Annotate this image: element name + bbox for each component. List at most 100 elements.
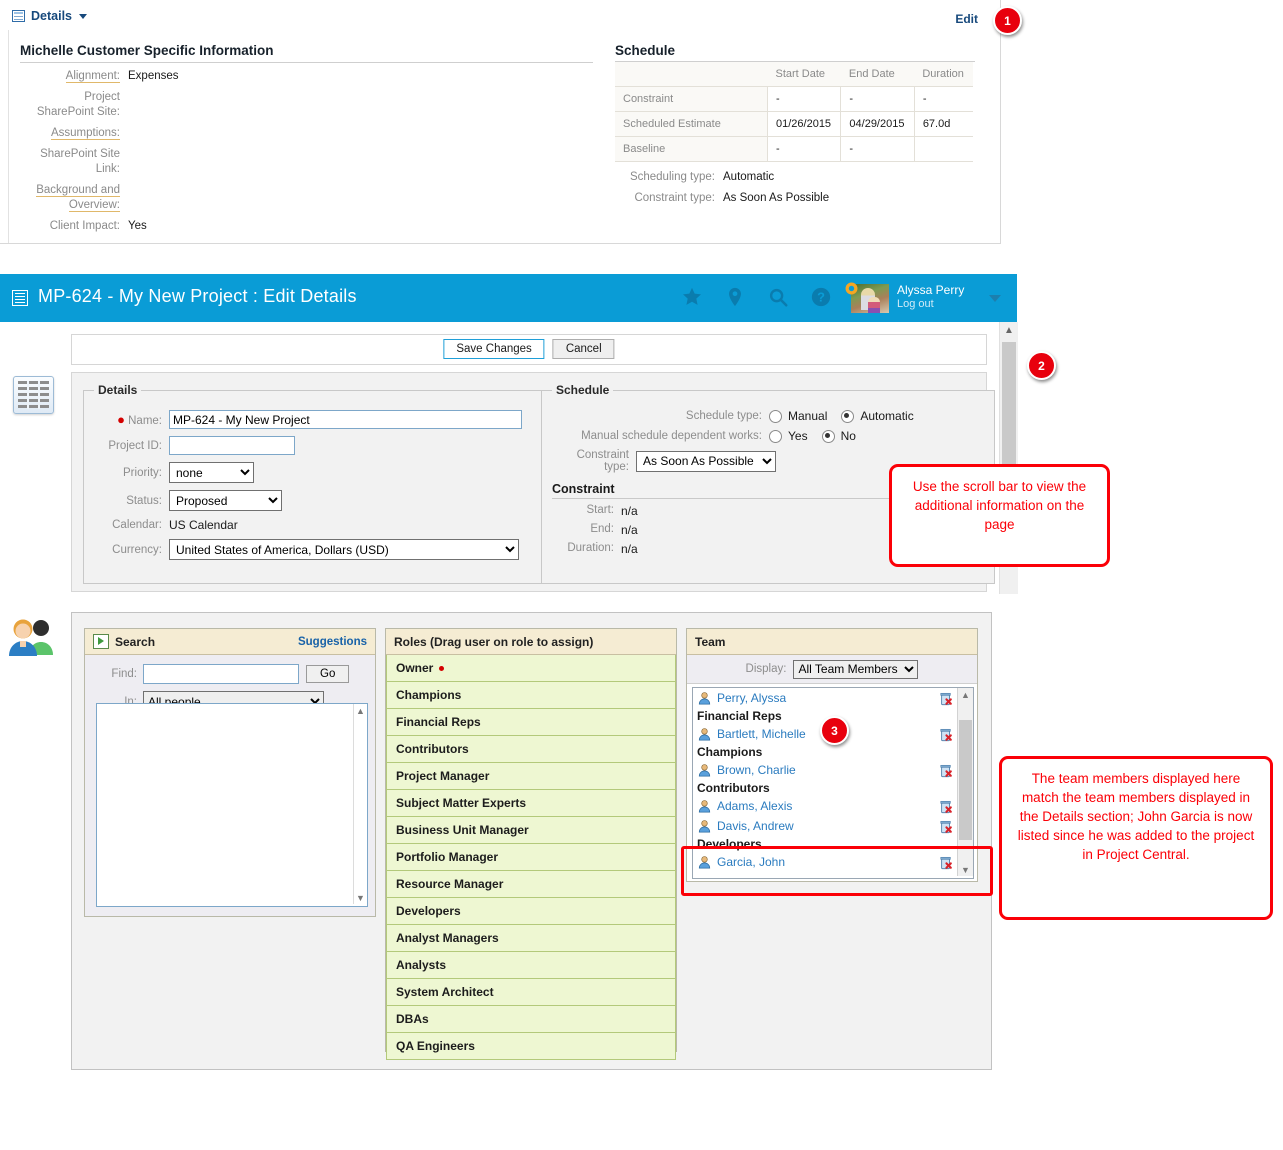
user-menu[interactable]: Alyssa Perry Log out — [897, 283, 977, 311]
scrollbar-thumb[interactable] — [1002, 342, 1016, 474]
scroll-down-arrow[interactable]: ▼ — [958, 863, 973, 876]
chevron-down-icon[interactable] — [79, 13, 87, 19]
constraint-type-value: As Soon As Possible — [723, 192, 830, 204]
role-item[interactable]: Project Manager — [386, 763, 676, 790]
role-item[interactable]: Financial Reps — [386, 709, 676, 736]
status-select[interactable]: Proposed — [169, 490, 282, 511]
team-member-name[interactable]: Adams, Alexis — [717, 799, 792, 813]
schedule-type-automatic-radio[interactable] — [841, 409, 855, 423]
details-webpart-header[interactable]: Details — [12, 9, 87, 23]
required-marker: ● — [117, 412, 125, 427]
field-row: Alignment: Expenses — [20, 69, 593, 84]
chevron-down-icon[interactable] — [989, 295, 1001, 302]
callout-team-match: The team members displayed here match th… — [999, 756, 1273, 920]
cell-end: - — [840, 136, 915, 162]
delete-icon[interactable] — [939, 855, 953, 870]
panel-left-rule — [8, 30, 9, 243]
save-changes-button[interactable]: Save Changes — [443, 339, 545, 359]
team-member-name[interactable]: Brown, Charlie — [717, 763, 796, 777]
delete-icon[interactable] — [939, 763, 953, 778]
name-label: ● Name: — [117, 412, 162, 427]
schedule-type-automatic-label: Automatic — [860, 409, 914, 423]
find-input[interactable] — [143, 664, 299, 684]
col-blank — [615, 62, 768, 87]
gear-icon[interactable] — [845, 282, 858, 295]
priority-select[interactable]: none — [169, 462, 254, 483]
team-member-name[interactable]: Davis, Andrew — [717, 819, 794, 833]
name-input[interactable] — [169, 410, 522, 429]
team-member-name[interactable]: Perry, Alyssa — [717, 691, 786, 705]
constraint-start-label: Start: — [586, 504, 614, 516]
team-member-row[interactable]: Brown, Charlie — [693, 760, 973, 780]
team-member-row[interactable]: Garcia, John — [693, 852, 973, 872]
currency-select[interactable]: United States of America, Dollars (USD) — [169, 539, 519, 560]
person-icon — [698, 820, 711, 833]
cancel-button[interactable]: Cancel — [552, 339, 615, 359]
row-label: Constraint — [615, 86, 768, 112]
project-id-label: Project ID: — [108, 439, 162, 452]
scroll-up-arrow[interactable]: ▲ — [1000, 322, 1018, 338]
delete-icon[interactable] — [939, 691, 953, 706]
table-row: Constraint - - - — [615, 86, 973, 112]
role-item[interactable]: Owner — [386, 655, 676, 682]
roles-title: Roles (Drag user on role to assign) — [394, 634, 594, 649]
dependent-no-radio[interactable] — [821, 429, 835, 443]
role-item[interactable]: Analysts — [386, 952, 676, 979]
delete-icon[interactable] — [939, 819, 953, 834]
search-icon — [93, 634, 109, 649]
col-end-date: End Date — [840, 62, 915, 87]
priority-row: Priority: none — [94, 462, 534, 483]
schedule-type-manual-radio[interactable] — [769, 409, 782, 423]
field-row: Assumptions: — [20, 126, 593, 141]
team-member-name[interactable]: Bartlett, Michelle — [717, 727, 806, 741]
role-item[interactable]: Champions — [386, 682, 676, 709]
find-label: Find: — [111, 668, 137, 680]
project-id-input[interactable] — [169, 436, 295, 455]
team-display-select[interactable]: All Team Members — [793, 659, 919, 679]
delete-icon[interactable] — [939, 799, 953, 814]
field-label: Alignment: — [65, 70, 120, 83]
team-member-row[interactable]: Adams, Alexis — [693, 796, 973, 816]
edit-link[interactable]: Edit — [955, 12, 978, 26]
scroll-down-arrow[interactable]: ▼ — [354, 891, 367, 904]
find-row: Find: Go — [95, 664, 365, 684]
field-row: Client Impact: Yes — [20, 219, 593, 234]
role-item[interactable]: Portfolio Manager — [386, 844, 676, 871]
role-item[interactable]: Business Unit Manager — [386, 817, 676, 844]
location-pin-icon[interactable] — [724, 286, 746, 308]
role-item[interactable]: Contributors — [386, 736, 676, 763]
scrollbar-thumb[interactable] — [959, 720, 972, 840]
currency-row: Currency: United States of America, Doll… — [94, 539, 534, 560]
suggestions-link[interactable]: Suggestions — [298, 636, 367, 648]
project-id-row: Project ID: — [94, 436, 534, 455]
role-item[interactable]: Resource Manager — [386, 871, 676, 898]
scroll-up-arrow[interactable]: ▲ — [958, 688, 973, 701]
constraint-start-value: n/a — [621, 504, 638, 518]
role-item[interactable]: Analyst Managers — [386, 925, 676, 952]
person-icon — [698, 728, 711, 741]
row-label: Scheduled Estimate — [615, 111, 768, 137]
role-item[interactable]: DBAs — [386, 1006, 676, 1033]
delete-icon[interactable] — [939, 727, 953, 742]
table-row: Baseline - - — [615, 136, 973, 162]
team-scrollbar[interactable]: ▲ ▼ — [957, 688, 973, 876]
dependent-yes-radio[interactable] — [769, 429, 782, 443]
search-results-list[interactable]: ▲ ▼ — [96, 703, 368, 907]
search-results-scrollbar[interactable]: ▲ ▼ — [353, 704, 367, 904]
help-icon[interactable]: ? — [810, 286, 832, 308]
role-item[interactable]: System Architect — [386, 979, 676, 1006]
role-item[interactable]: QA Engineers — [386, 1033, 676, 1060]
go-button[interactable]: Go — [306, 665, 350, 683]
team-member-name[interactable]: Garcia, John — [717, 855, 785, 869]
constraint-type-select[interactable]: As Soon As Possible — [636, 450, 776, 472]
star-icon[interactable] — [681, 286, 703, 308]
team-member-row[interactable]: Perry, Alyssa — [693, 688, 973, 708]
role-item[interactable]: Subject Matter Experts — [386, 790, 676, 817]
cell-end: 04/29/2015 — [840, 111, 915, 137]
logout-link[interactable]: Log out — [897, 297, 977, 311]
team-member-row[interactable]: Davis, Andrew — [693, 816, 973, 836]
field-label: SharePoint Site Link: — [40, 148, 120, 175]
role-item[interactable]: Developers — [386, 898, 676, 925]
search-icon[interactable] — [767, 286, 789, 308]
scroll-up-arrow[interactable]: ▲ — [354, 704, 367, 717]
